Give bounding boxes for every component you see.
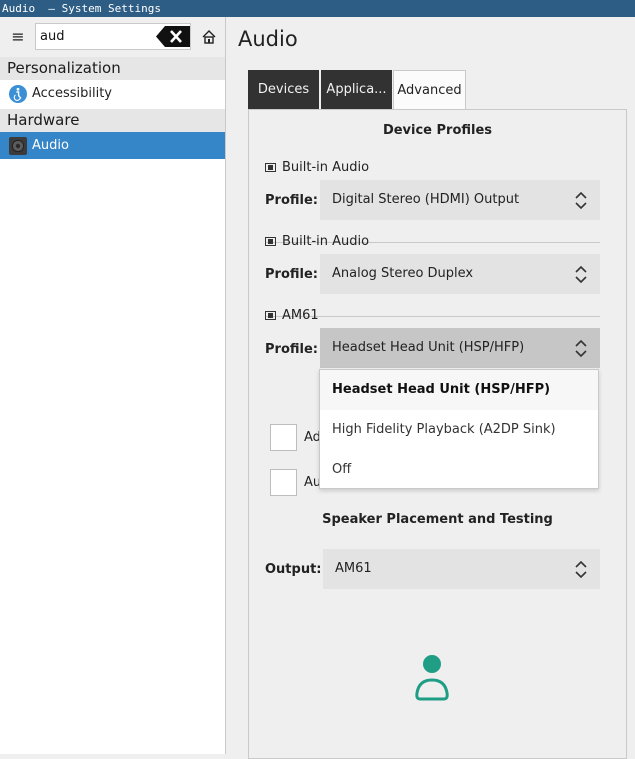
search-field[interactable] bbox=[35, 23, 191, 50]
checkbox-2[interactable] bbox=[270, 469, 297, 496]
output-select-value: AM61 bbox=[335, 561, 372, 576]
profile-label: Profile: bbox=[265, 342, 318, 357]
dropdown-option[interactable]: Off bbox=[320, 450, 598, 490]
device-name: Built-in Audio bbox=[282, 160, 370, 175]
sound-card-icon bbox=[265, 237, 276, 246]
hamburger-menu-icon[interactable]: ≡ bbox=[8, 27, 28, 47]
tab-applications[interactable]: Applica... bbox=[321, 70, 392, 110]
device-label: AM61 bbox=[265, 308, 319, 323]
home-icon[interactable] bbox=[199, 27, 219, 47]
updown-arrows-icon bbox=[575, 265, 587, 284]
updown-arrows-icon bbox=[575, 339, 587, 358]
advanced-panel: Device Profiles Built-in Audio Profile: … bbox=[248, 109, 627, 759]
profile-dropdown-list: Headset Head Unit (HSP/HFP) High Fidelit… bbox=[319, 369, 599, 489]
tab-advanced[interactable]: Advanced bbox=[393, 70, 466, 110]
profile-select-value: Analog Stereo Duplex bbox=[332, 266, 474, 281]
device-name: Built-in Audio bbox=[282, 234, 370, 249]
sidebar-item-label: Accessibility bbox=[32, 86, 112, 101]
tab-devices[interactable]: Devices bbox=[248, 70, 319, 110]
updown-arrows-icon bbox=[575, 560, 587, 579]
sound-card-icon bbox=[265, 163, 276, 172]
profile-label: Profile: bbox=[265, 193, 318, 208]
device-label: Built-in Audio bbox=[265, 160, 369, 175]
category-hardware: Hardware bbox=[0, 109, 225, 132]
dropdown-option[interactable]: High Fidelity Playback (A2DP Sink) bbox=[320, 410, 598, 450]
profile-select[interactable]: Digital Stereo (HDMI) Output bbox=[320, 180, 600, 220]
profile-select[interactable]: Analog Stereo Duplex bbox=[320, 254, 600, 294]
sidebar-item-label: Audio bbox=[32, 138, 69, 153]
profile-label: Profile: bbox=[265, 267, 318, 282]
category-personalization: Personalization bbox=[0, 57, 225, 80]
updown-arrows-icon bbox=[575, 191, 587, 210]
dropdown-option[interactable]: Headset Head Unit (HSP/HFP) bbox=[320, 370, 598, 410]
main-content: Audio Devices Applica... Advanced Device… bbox=[226, 17, 635, 759]
checkbox-1[interactable] bbox=[270, 424, 297, 451]
search-input[interactable] bbox=[40, 27, 150, 46]
output-label: Output: bbox=[265, 562, 322, 577]
device-label: Built-in Audio bbox=[265, 234, 369, 249]
sound-card-icon bbox=[265, 311, 276, 320]
output-select[interactable]: AM61 bbox=[323, 549, 600, 589]
speaker-placement-heading: Speaker Placement and Testing bbox=[322, 512, 553, 527]
profile-select-value: Headset Head Unit (HSP/HFP) bbox=[332, 340, 525, 355]
sidebar-item-accessibility[interactable]: Accessibility bbox=[0, 80, 225, 107]
device-profiles-heading: Device Profiles bbox=[382, 123, 493, 138]
device-name: AM61 bbox=[282, 308, 319, 323]
window-title: Audio — System Settings bbox=[0, 0, 635, 17]
sidebar-item-audio[interactable]: Audio bbox=[0, 132, 225, 159]
clear-search-icon[interactable] bbox=[156, 26, 190, 47]
page-title: Audio bbox=[238, 27, 298, 51]
speaker-icon bbox=[9, 137, 27, 155]
accessibility-icon bbox=[9, 85, 27, 103]
sidebar: ≡ Personalization Accessibility Hardware bbox=[0, 17, 226, 754]
listener-person-icon bbox=[415, 655, 449, 701]
profile-select-open[interactable]: Headset Head Unit (HSP/HFP) bbox=[320, 328, 600, 368]
profile-select-value: Digital Stereo (HDMI) Output bbox=[332, 192, 520, 207]
sidebar-toolbar: ≡ bbox=[0, 17, 225, 57]
